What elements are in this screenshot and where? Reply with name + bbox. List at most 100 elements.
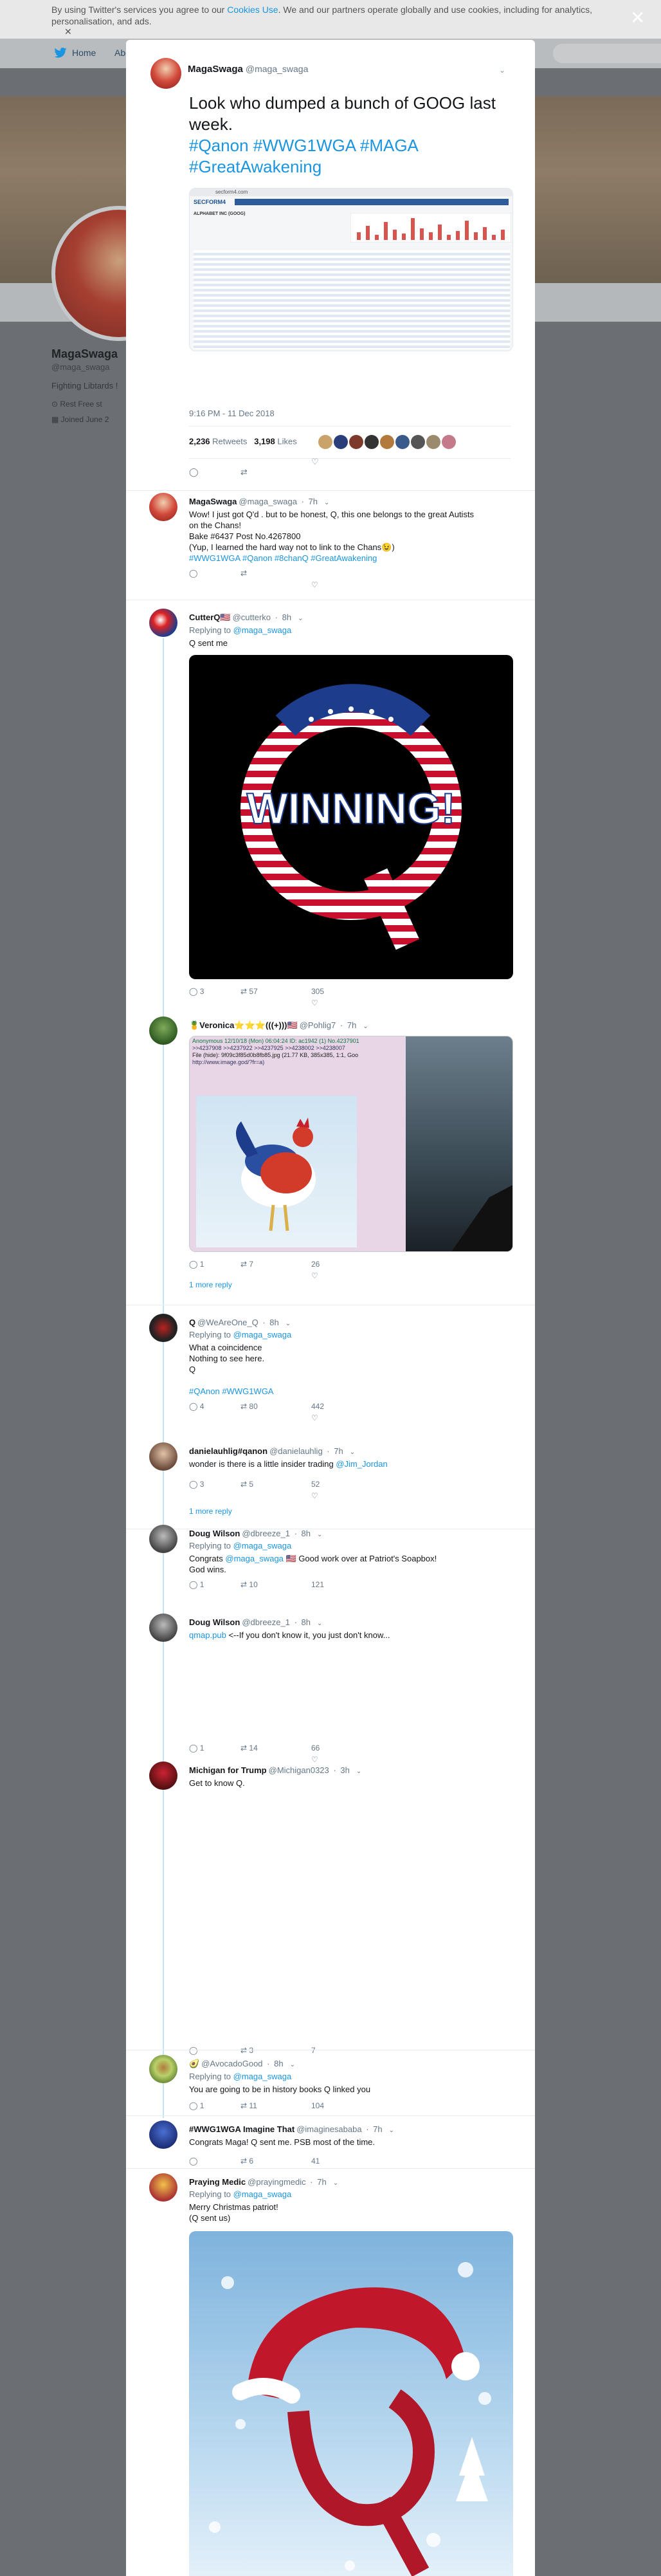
like-icon[interactable]: ♡: [311, 457, 319, 467]
reply-author-name[interactable]: Q: [189, 1318, 195, 1327]
reply-author-handle[interactable]: @cutterko: [233, 612, 271, 622]
mention-link[interactable]: @Jim_Jordan: [336, 1459, 387, 1469]
chevron-down-icon[interactable]: ⌄: [333, 2180, 338, 2187]
like-icon[interactable]: ♡: [311, 580, 318, 589]
reply-author-handle[interactable]: @dbreeze_1: [242, 1529, 290, 1538]
reply-avatar[interactable]: [149, 493, 177, 521]
reply-avatar[interactable]: [149, 1442, 177, 1471]
retweet-icon[interactable]: ⇄ 14: [240, 1743, 258, 1753]
close-modal-button[interactable]: ✕: [630, 9, 645, 27]
reply-avatar[interactable]: [149, 609, 177, 637]
retweet-icon[interactable]: ⇄ 6: [240, 2157, 253, 2166]
chevron-down-icon[interactable]: ⌄: [290, 2061, 295, 2068]
reply-time[interactable]: 8h: [282, 612, 291, 622]
chevron-down-icon[interactable]: ⌄: [317, 1620, 322, 1627]
show-more-replies-link[interactable]: 1 more reply: [189, 1280, 517, 1289]
mention-link[interactable]: @maga_swaga: [225, 1554, 284, 1563]
liker-avatar[interactable]: [318, 435, 333, 449]
liker-avatar[interactable]: [334, 435, 349, 449]
reply-author-handle[interactable]: @WeAreOne_Q: [197, 1318, 258, 1327]
chevron-down-icon[interactable]: ⌄: [350, 1449, 355, 1456]
reply-author-name[interactable]: Doug Wilson: [189, 1529, 240, 1538]
chevron-down-icon[interactable]: ⌄: [298, 615, 303, 622]
reply-author-name[interactable]: danielauhlig#qanon: [189, 1446, 267, 1456]
reply-icon[interactable]: ◯ 4: [189, 1402, 204, 1411]
chevron-down-icon[interactable]: ⌄: [317, 1531, 322, 1538]
reply-time[interactable]: 8h: [302, 1529, 311, 1538]
retweet-icon[interactable]: ⇄ 57: [240, 987, 258, 996]
main-tweet-timestamp[interactable]: 9:16 PM - 11 Dec 2018: [189, 409, 275, 418]
reply-author-handle[interactable]: @imaginesababa: [296, 2124, 361, 2134]
reply-avatar[interactable]: [149, 1614, 177, 1642]
reply-time[interactable]: 3h: [340, 1765, 349, 1775]
reply-tweet[interactable]: MagaSwaga @maga_swaga · 7h ⌄ Wow! I just g…: [149, 493, 522, 615]
chevron-down-icon[interactable]: ⌄: [324, 499, 329, 506]
main-tweet-screenshot-image[interactable]: secform4.com SECFORM4 ALPHABET INC (GOOG…: [189, 188, 513, 351]
reply-time[interactable]: 7h: [309, 497, 318, 506]
retweet-icon[interactable]: ⇄ 5: [240, 1480, 253, 1489]
reply-avatar[interactable]: [149, 2173, 177, 2202]
liker-avatar[interactable]: [411, 435, 426, 449]
liker-avatars[interactable]: [317, 435, 457, 449]
reply-avatar[interactable]: [149, 1525, 177, 1553]
reply-time[interactable]: 8h: [302, 1617, 311, 1627]
reply-time[interactable]: 8h: [269, 1318, 278, 1327]
retweet-icon[interactable]: ⇄ 3: [240, 2046, 253, 2055]
reply-author-handle[interactable]: @dbreeze_1: [242, 1617, 290, 1627]
replying-to-link[interactable]: @maga_swaga: [233, 1541, 292, 1550]
like-icon[interactable]: ♡: [311, 998, 318, 1007]
bg-nav-home[interactable]: Home: [72, 48, 96, 58]
retweet-icon[interactable]: ⇄ 7: [240, 1260, 253, 1269]
bird-logo-icon[interactable]: [54, 48, 67, 60]
like-count[interactable]: 41: [311, 2157, 320, 2166]
chevron-down-icon[interactable]: ⌄: [285, 1320, 291, 1327]
reply-tweet[interactable]: #WWG1WGA Imagine That @imaginesababa · 7h…: [149, 2121, 522, 2172]
like-icon[interactable]: ♡: [311, 1271, 318, 1280]
reply-tweet[interactable]: Q @WeAreOne_Q · 8h ⌄ Replying to @maga_swa…: [149, 1314, 522, 1442]
chan-post-screenshot[interactable]: Anonymous 12/10/18 (Mon) 06:04:24 ID: ac…: [189, 1036, 513, 1252]
reply-author-handle[interactable]: @maga_swaga: [239, 497, 297, 506]
retweet-count[interactable]: 2,236: [189, 436, 210, 446]
show-more-replies-link[interactable]: 1 more reply: [189, 1507, 517, 1516]
like-count[interactable]: 66: [311, 1743, 320, 1753]
reply-tweet[interactable]: Michigan for Trump @Michigan0323 · 3h ⌄ Ge…: [149, 1762, 522, 2064]
replying-to-link[interactable]: @maga_swaga: [233, 1330, 292, 1339]
reply-hashtags[interactable]: #QAnon #WWG1WGA: [189, 1386, 517, 1397]
reply-author-handle[interactable]: @Michigan0323: [269, 1765, 329, 1775]
reply-author-handle[interactable]: @AvocadoGood: [201, 2059, 262, 2068]
reply-author-handle[interactable]: @prayingmedic: [248, 2177, 306, 2187]
liker-avatar[interactable]: [395, 435, 410, 449]
chevron-down-icon[interactable]: ⌄: [363, 1023, 368, 1030]
liker-avatar[interactable]: [380, 435, 395, 449]
retweet-icon[interactable]: ⇄: [240, 569, 247, 578]
reply-tweet[interactable]: danielauhlig#qanon @danielauhlig · 7h ⌄ wo…: [149, 1442, 522, 1532]
reply-icon[interactable]: ◯ 1: [189, 1260, 204, 1269]
reply-avatar[interactable]: [149, 1314, 177, 1342]
reply-icon[interactable]: ◯ 3: [189, 1480, 204, 1489]
reply-time[interactable]: 7h: [334, 1446, 343, 1456]
reply-avatar[interactable]: [149, 1017, 177, 1045]
reply-icon[interactable]: ◯: [189, 467, 199, 477]
liker-avatar[interactable]: [365, 435, 379, 449]
reply-icon[interactable]: ◯ 3: [189, 987, 204, 996]
reply-author-name[interactable]: Praying Medic: [189, 2177, 246, 2187]
like-count[interactable]: 442: [311, 1402, 324, 1411]
reply-time[interactable]: 8h: [274, 2059, 283, 2068]
reply-author-name[interactable]: 🍍Veronica⭐⭐⭐(((+)))🇺🇸: [189, 1020, 298, 1030]
like-count[interactable]: 3,198: [254, 436, 275, 446]
reply-author-name[interactable]: Michigan for Trump: [189, 1765, 267, 1775]
santa-q-image[interactable]: [189, 2231, 513, 2576]
replying-to-link[interactable]: @maga_swaga: [233, 2072, 292, 2081]
reply-author-name[interactable]: 🥑: [189, 2059, 199, 2068]
reply-avatar[interactable]: [149, 2055, 177, 2083]
cookies-use-link[interactable]: Cookies Use: [227, 5, 278, 15]
bg-search-box[interactable]: [553, 44, 661, 63]
cookie-dismiss-button[interactable]: ✕: [64, 26, 72, 37]
qmap-link[interactable]: qmap.pub: [189, 1630, 226, 1640]
liker-avatar[interactable]: [426, 435, 441, 449]
retweet-icon[interactable]: ⇄: [240, 467, 248, 477]
like-count[interactable]: 121: [311, 1580, 324, 1589]
main-tweet-hashtags[interactable]: #Qanon #WWG1WGA #MAGA #GreatAwakening: [189, 136, 417, 176]
reply-author-name[interactable]: MagaSwaga: [189, 497, 237, 506]
main-tweet-avatar[interactable]: [150, 58, 181, 89]
